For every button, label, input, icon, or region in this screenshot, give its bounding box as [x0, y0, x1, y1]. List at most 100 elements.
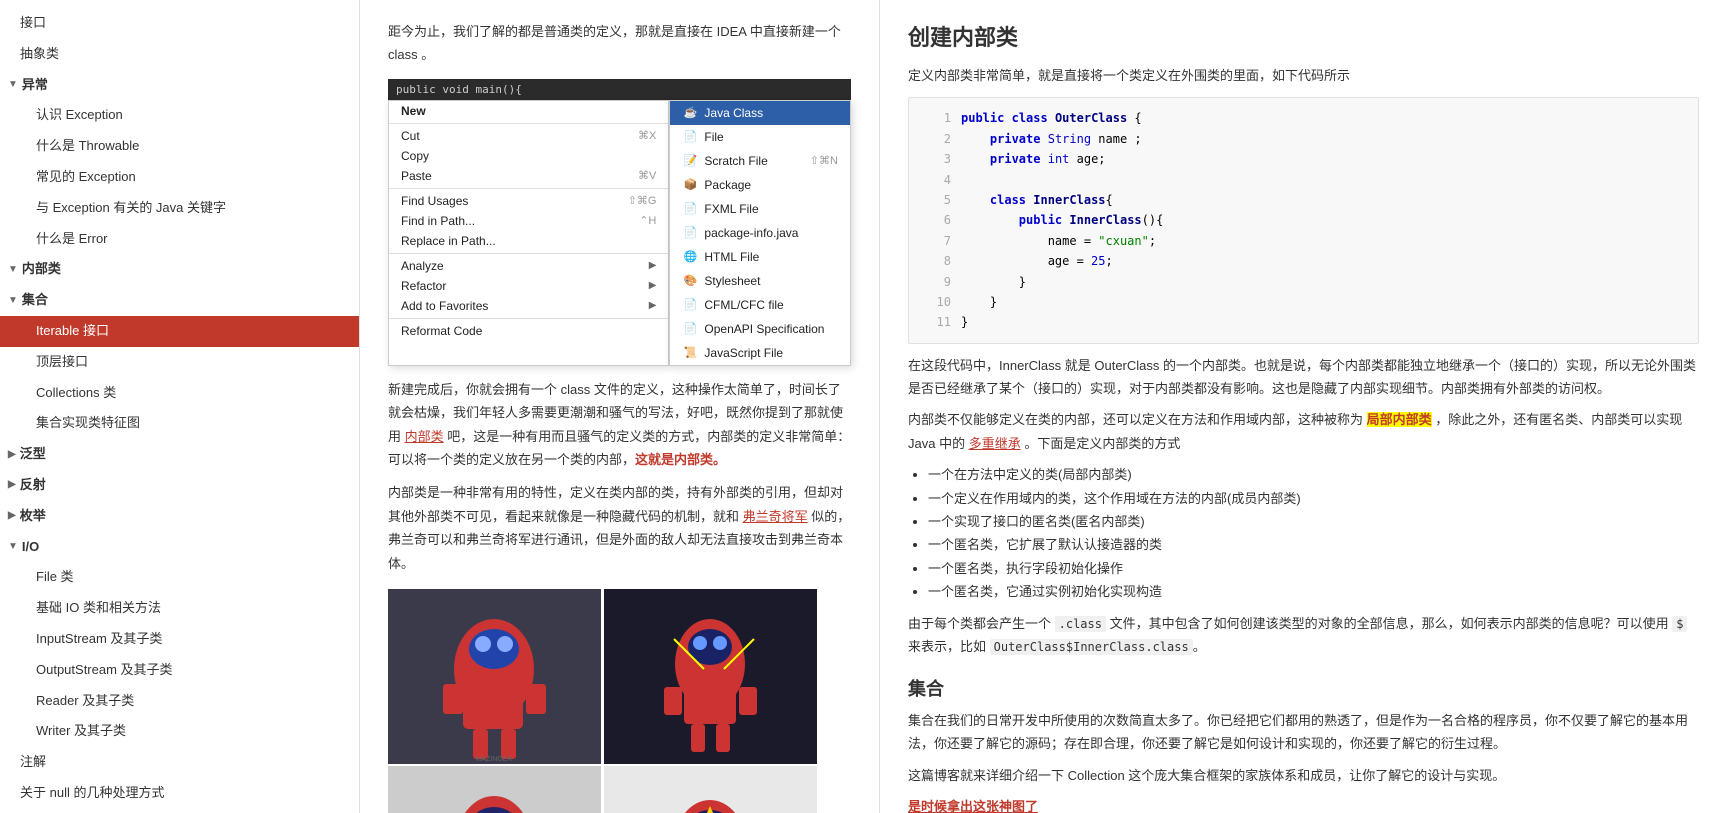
- menu-item-replace-path[interactable]: Replace in Path...: [389, 231, 668, 251]
- sidebar-item-reader[interactable]: Reader 及其子类: [0, 686, 359, 717]
- multiple-inherit-link[interactable]: 多重继承: [969, 436, 1021, 451]
- html-icon: 🌐: [682, 249, 698, 265]
- robot-image-1: MAZINGER: [388, 589, 601, 764]
- sidebar-group-exception[interactable]: ▼ 异常: [0, 70, 359, 101]
- explain2-text: 内部类不仅能够定义在类的内部，还可以定义在方法和作用域内部，这种被称为 局部内部…: [908, 408, 1699, 455]
- submenu-stylesheet[interactable]: 🎨 Stylesheet: [670, 269, 850, 293]
- menu-new-label[interactable]: New: [389, 101, 668, 121]
- submenu-package-info[interactable]: 📄 package-info.java: [670, 221, 850, 245]
- submenu-cfml[interactable]: 📄 CFML/CFC file: [670, 293, 850, 317]
- submenu-java-class[interactable]: ☕ Java Class: [670, 101, 850, 125]
- list-item-local: 一个在方法中定义的类(局部内部类): [928, 463, 1699, 486]
- sidebar-item-common-exception[interactable]: 常见的 Exception: [0, 162, 359, 193]
- arrow-icon-collection: ▼: [8, 293, 18, 309]
- robot-images-grid: MAZINGER: [388, 589, 818, 813]
- menu-item-analyze[interactable]: Analyze ▶: [389, 256, 668, 276]
- sidebar-group-collection[interactable]: ▼ 集合: [0, 285, 359, 316]
- sidebar-item-outputstream[interactable]: OutputStream 及其子类: [0, 655, 359, 686]
- explain1-text: 在这段代码中，InnerClass 就是 OuterClass 的一个内部类。也…: [908, 354, 1699, 401]
- robot-svg-2: [604, 589, 817, 764]
- sidebar-item-exception-keyword[interactable]: 与 Exception 有关的 Java 关键字: [0, 193, 359, 224]
- sidebar-group-inner-class[interactable]: ▼ 内部类: [0, 254, 359, 285]
- submenu-arrow-favorites: ▶: [649, 300, 657, 311]
- sidebar-item-iterable[interactable]: Iterable 接口: [0, 316, 359, 347]
- sidebar-group-generics[interactable]: ▶ 泛型: [0, 439, 359, 470]
- sidebar-item-top-interface[interactable]: 顶层接口: [0, 347, 359, 378]
- sidebar: 接口 抽象类 ▼ 异常 认识 Exception 什么是 Throwable 常…: [0, 0, 360, 813]
- sidebar-item-basic-io[interactable]: 基础 IO 类和相关方法: [0, 593, 359, 624]
- sidebar-item-abstract[interactable]: 抽象类: [0, 39, 359, 70]
- submenu-html[interactable]: 🌐 HTML File: [670, 245, 850, 269]
- fxml-icon: 📄: [682, 201, 698, 217]
- sidebar-item-file[interactable]: File 类: [0, 562, 359, 593]
- menu-separator-1: [389, 123, 668, 124]
- menu-item-add-favorites[interactable]: Add to Favorites ▶: [389, 296, 668, 316]
- inner-class-link[interactable]: 内部类: [405, 429, 444, 444]
- menu-item-reformat[interactable]: Reformat Code: [389, 321, 668, 341]
- section2-heading: 集合: [908, 675, 1699, 701]
- class-file-inline: .class: [1055, 616, 1106, 632]
- sidebar-item-inputstream[interactable]: InputStream 及其子类: [0, 624, 359, 655]
- menu-item-find-usages[interactable]: Find Usages ⇧⌘G: [389, 191, 668, 211]
- sidebar-item-error[interactable]: 什么是 Error: [0, 224, 359, 255]
- menu-separator-3: [389, 253, 668, 254]
- cfml-icon: 📄: [682, 297, 698, 313]
- submenu-package[interactable]: 📦 Package: [670, 173, 850, 197]
- sidebar-group-io[interactable]: ▼ I/O: [0, 532, 359, 563]
- section2-p1: 集合在我们的日常开发中所使用的次数简直太多了。你已经把它们都用的熟透了，但是作为…: [908, 709, 1699, 756]
- package-info-icon: 📄: [682, 225, 698, 241]
- list-item-anon-interface: 一个实现了接口的匿名类(匿名内部类): [928, 510, 1699, 533]
- list-item-anon-instance: 一个匿名类，它通过实例初始化实现构造: [928, 580, 1699, 603]
- sidebar-group-enum[interactable]: ▶ 枚举: [0, 501, 359, 532]
- scratch-shortcut: ⇧⌘N: [810, 154, 838, 167]
- menu-item-paste[interactable]: Paste ⌘V: [389, 166, 668, 186]
- right-heading: 创建内部类: [908, 20, 1699, 52]
- openapi-icon: 📄: [682, 321, 698, 337]
- show-image-link[interactable]: 是时候拿出这张神图了: [908, 799, 1038, 813]
- section2-p2: 这篇博客就来详细介绍一下 Collection 这个庞大集合框架的家族体系和成员…: [908, 764, 1699, 787]
- section2-p3: 是时候拿出这张神图了: [908, 795, 1699, 813]
- context-menu-area: public void main(){ New Cut ⌘X Copy Past…: [388, 79, 851, 366]
- menu-item-refactor[interactable]: Refactor ▶: [389, 276, 668, 296]
- menu-item-cut[interactable]: Cut ⌘X: [389, 126, 668, 146]
- arrow-icon-io: ▼: [8, 539, 18, 555]
- sidebar-item-collections-class[interactable]: Collections 类: [0, 378, 359, 409]
- sidebar-item-collection-impl[interactable]: 集合实现类特征图: [0, 408, 359, 439]
- submenu-file[interactable]: 📄 File: [670, 125, 850, 149]
- list-item-anon-field: 一个匿名类，执行字段初始化操作: [928, 557, 1699, 580]
- robot-svg-1: MAZINGER: [388, 589, 601, 764]
- right-panel: 创建内部类 定义内部类非常简单，就是直接将一个类定义在外围类的里面，如下代码所示…: [880, 0, 1727, 813]
- sidebar-item-interface[interactable]: 接口: [0, 8, 359, 39]
- submenu-openapi[interactable]: 📄 OpenAPI Specification: [670, 317, 850, 341]
- svg-text:MAZINGER: MAZINGER: [476, 756, 513, 763]
- sidebar-item-annotation[interactable]: 注解: [0, 747, 359, 778]
- robot-svg-4: [604, 766, 817, 813]
- robot-image-2: [604, 589, 817, 764]
- robot-image-4: [604, 766, 817, 813]
- package-icon: 📦: [682, 177, 698, 193]
- context-menu[interactable]: New Cut ⌘X Copy Paste ⌘V Find Usages ⇧: [388, 100, 669, 366]
- franky-link[interactable]: 弗兰奇将军: [743, 509, 808, 524]
- intro-paragraph: 距今为止，我们了解的都是普通类的定义，那就是直接在 IDEA 中直接新建一个 c…: [388, 20, 851, 67]
- menu-item-find-path[interactable]: Find in Path... ⌃H: [389, 211, 668, 231]
- arrow-icon-inner: ▼: [8, 262, 18, 278]
- sidebar-item-null[interactable]: 关于 null 的几种处理方式: [0, 778, 359, 809]
- local-inner-class-text: 局部内部类: [1367, 412, 1432, 427]
- submenu-arrow-refactor: ▶: [649, 280, 657, 291]
- menu-separator-2: [389, 188, 668, 189]
- sidebar-item-writer[interactable]: Writer 及其子类: [0, 716, 359, 747]
- submenu-js[interactable]: 📜 JavaScript File: [670, 341, 850, 365]
- sidebar-item-network[interactable]: 关于网络图: [0, 809, 359, 813]
- explain3-text: 由于每个类都会产生一个 .class 文件，其中包含了如何创建该类型的对象的全部…: [908, 612, 1699, 659]
- sidebar-item-throwable[interactable]: 什么是 Throwable: [0, 131, 359, 162]
- dollar-sign-inline: $: [1672, 616, 1687, 632]
- sidebar-group-reflection[interactable]: ▶ 反射: [0, 470, 359, 501]
- inner-class-desc: 内部类是一种非常有用的特性，定义在类内部的类，持有外部类的引用，但却对其他外部类…: [388, 481, 851, 575]
- submenu-scratch-file[interactable]: 📝 Scratch File ⇧⌘N: [670, 149, 850, 173]
- outerclass-innerclass: OuterClass$InnerClass.class: [990, 639, 1193, 655]
- menu-item-copy[interactable]: Copy: [389, 146, 668, 166]
- arrow-icon-enum: ▶: [8, 508, 16, 524]
- sidebar-item-exception-intro[interactable]: 认识 Exception: [0, 100, 359, 131]
- submenu-fxml[interactable]: 📄 FXML File: [670, 197, 850, 221]
- list-item-member: 一个定义在作用域内的类，这个作用域在方法的内部(成员内部类): [928, 487, 1699, 510]
